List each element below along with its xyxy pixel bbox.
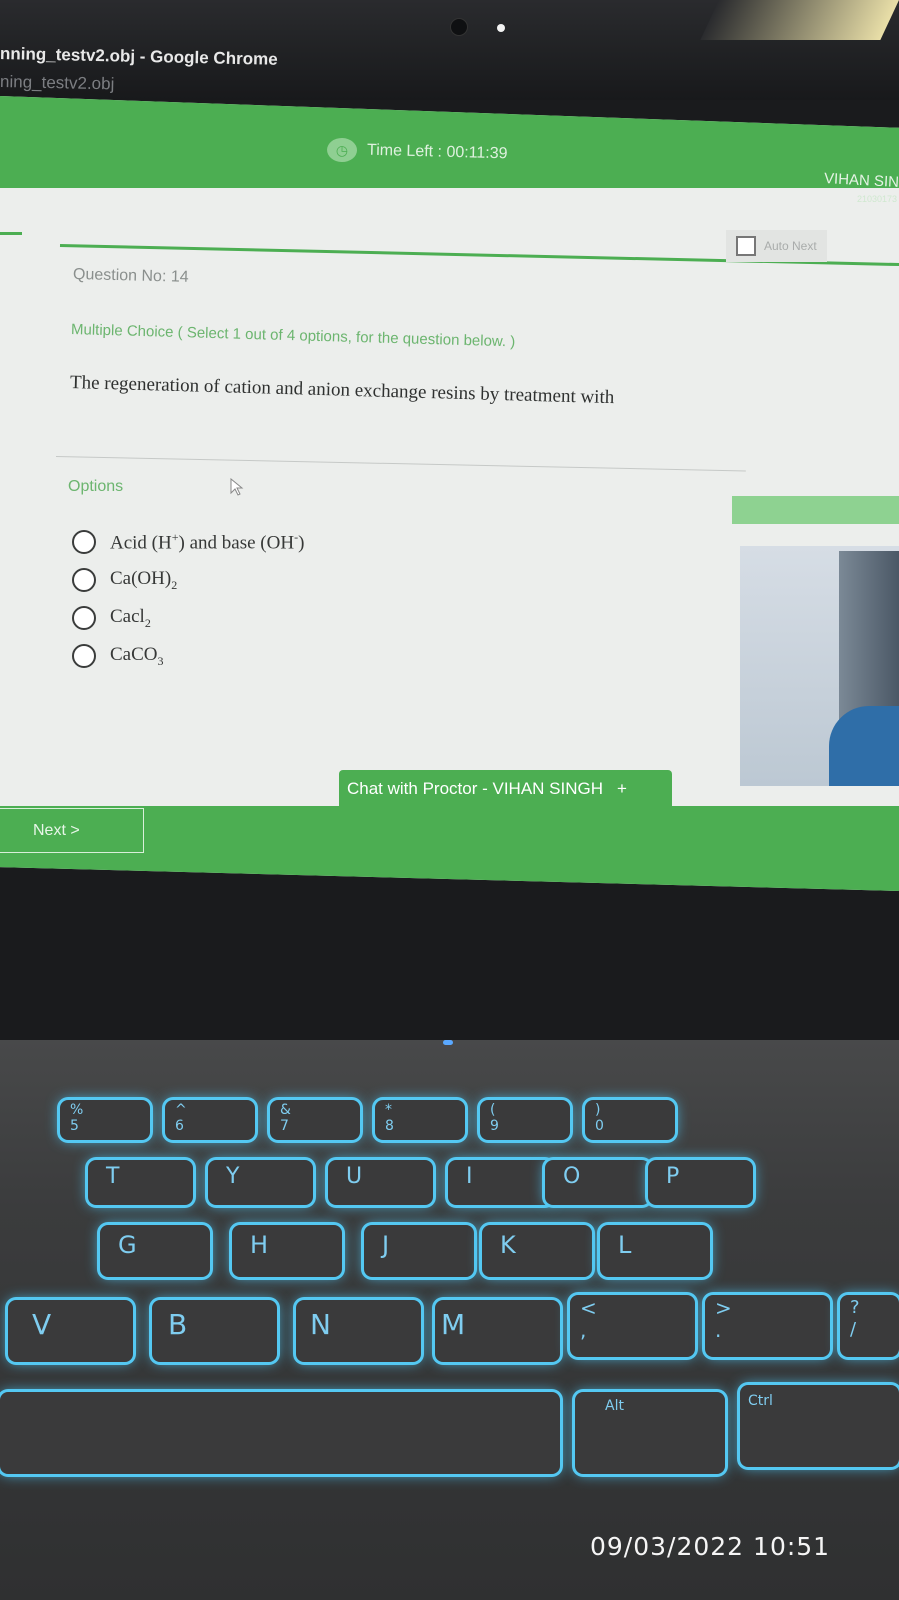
key-6[interactable]: ^ 6: [165, 1100, 255, 1140]
options-label: Options: [68, 478, 124, 495]
option-1[interactable]: Acid (H+) and base (OH-): [72, 530, 305, 555]
question-number: Question No: 14: [72, 266, 189, 286]
key-m[interactable]: M: [435, 1300, 560, 1362]
key-8[interactable]: * 8: [375, 1100, 465, 1140]
key-y[interactable]: Y: [208, 1160, 313, 1205]
nav-indicator: [0, 232, 22, 235]
key-space[interactable]: [0, 1392, 560, 1474]
key-0[interactable]: ) 0: [585, 1100, 675, 1140]
question-type: Multiple Choice ( Select 1 out of 4 opti…: [70, 321, 516, 351]
background-wall: [700, 0, 899, 40]
exam-screen: ◷ Time Left : 00:11:39 VIHAN SIN 2103017…: [0, 96, 899, 891]
key-n[interactable]: N: [296, 1300, 421, 1362]
key-5[interactable]: % 5: [60, 1100, 150, 1140]
option-1-text: Acid (H+) and base (OH-): [110, 530, 305, 554]
auto-next-toggle[interactable]: Auto Next: [726, 230, 827, 262]
next-button[interactable]: Next >: [0, 808, 144, 853]
timer-label: Time Left : 00:11:39: [366, 141, 508, 163]
key-j[interactable]: J: [364, 1225, 474, 1277]
chat-label: Chat with Proctor - VIHAN SINGH: [347, 779, 604, 798]
auto-next-label: Auto Next: [764, 239, 817, 253]
radio-button[interactable]: [72, 606, 96, 631]
key-h[interactable]: H: [232, 1225, 342, 1277]
chat-with-proctor-button[interactable]: Chat with Proctor - VIHAN SINGH +: [339, 770, 672, 808]
auto-next-checkbox[interactable]: [736, 236, 756, 256]
key-b[interactable]: B: [152, 1300, 277, 1362]
key-l[interactable]: L: [600, 1225, 710, 1277]
question-text: The regeneration of cation and anion exc…: [69, 372, 615, 409]
key-comma[interactable]: < ,: [570, 1295, 695, 1357]
mouse-cursor-icon: [230, 478, 244, 496]
photo-timestamp: 09/03/2022 10:51: [590, 1532, 831, 1561]
divider: [55, 456, 746, 472]
radio-button[interactable]: [72, 644, 96, 669]
option-2[interactable]: Ca(OH)2: [72, 568, 177, 593]
option-4-text: CaCO3: [110, 644, 164, 668]
key-alt[interactable]: Alt: [575, 1392, 725, 1474]
plus-icon[interactable]: +: [617, 779, 627, 799]
key-period[interactable]: > .: [705, 1295, 830, 1357]
key-g[interactable]: G: [100, 1225, 210, 1277]
key-o[interactable]: O: [545, 1160, 650, 1205]
key-7[interactable]: & 7: [270, 1100, 360, 1140]
tab-title[interactable]: ning_testv2.obj: [0, 72, 115, 94]
option-2-text: Ca(OH)2: [110, 568, 178, 592]
option-4[interactable]: CaCO3: [72, 644, 164, 669]
key-slash[interactable]: ? /: [840, 1295, 899, 1357]
option-3[interactable]: Cacl2: [72, 606, 151, 631]
proctor-webcam-feed: [740, 546, 899, 786]
radio-button[interactable]: [72, 530, 96, 555]
webcam-icon: [450, 18, 468, 36]
user-id: 21030173: [856, 194, 897, 204]
key-9[interactable]: ( 9: [480, 1100, 570, 1140]
status-led: [443, 1040, 453, 1045]
key-i[interactable]: I: [448, 1160, 553, 1205]
webcam-light: [497, 24, 505, 32]
key-t[interactable]: T: [88, 1160, 193, 1205]
webcam-shirt: [829, 706, 899, 786]
key-ctrl[interactable]: Ctrl: [740, 1385, 899, 1467]
proctor-panel-header: [732, 496, 899, 524]
key-v[interactable]: V: [8, 1300, 133, 1362]
key-u[interactable]: U: [328, 1160, 433, 1205]
key-k[interactable]: K: [482, 1225, 592, 1277]
radio-button[interactable]: [72, 568, 96, 593]
clock-icon: ◷: [326, 137, 358, 163]
option-3-text: Cacl2: [110, 606, 151, 630]
timer: ◷ Time Left : 00:11:39: [326, 137, 508, 167]
key-p[interactable]: P: [648, 1160, 753, 1205]
